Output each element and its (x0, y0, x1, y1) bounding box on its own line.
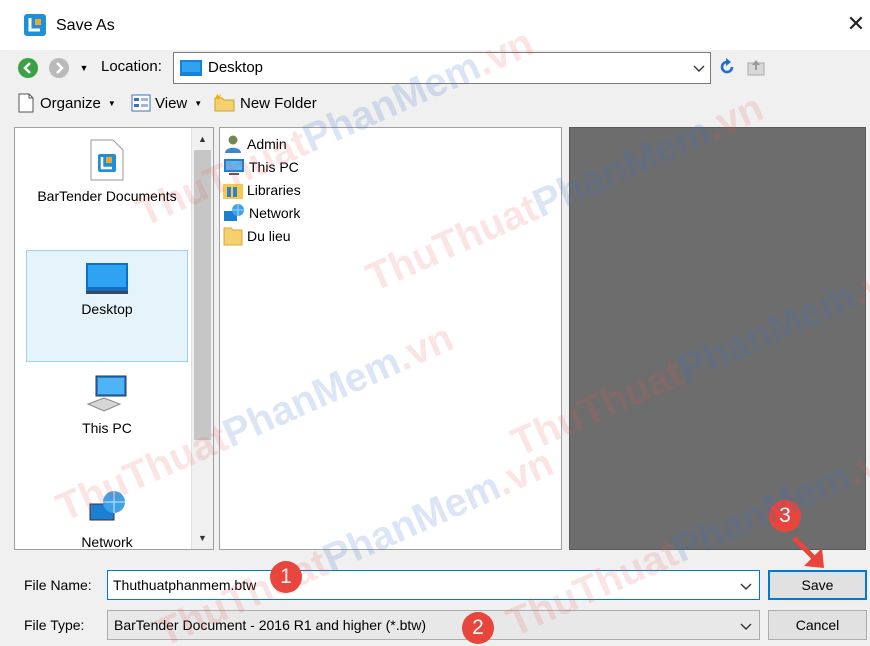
place-label: BarTender Documents (37, 188, 177, 204)
place-label: Network (81, 534, 133, 550)
user-icon (225, 135, 241, 153)
view-label: View (155, 94, 188, 112)
bartender-documents-icon (90, 139, 124, 181)
place-this-pc[interactable]: This PC (26, 374, 188, 482)
preview-pane (569, 127, 866, 550)
libraries-icon (223, 184, 243, 199)
organize-button[interactable]: Organize ▼ (16, 92, 116, 114)
file-name: Libraries (247, 182, 301, 198)
file-name: Admin (247, 136, 287, 152)
refresh-icon[interactable] (718, 58, 736, 76)
chevron-down-icon[interactable] (739, 619, 753, 633)
place-bartender-documents[interactable]: BarTender Documents (26, 138, 188, 246)
arrow-down-right-icon (792, 536, 824, 568)
location-value: Desktop (208, 59, 264, 76)
file-name: Network (249, 205, 301, 221)
network-icon (89, 491, 125, 521)
this-pc-icon (86, 375, 127, 412)
file-item-this-pc[interactable]: This PC (223, 156, 299, 178)
new-folder-button[interactable]: New Folder (214, 92, 317, 114)
desktop-icon (86, 263, 128, 294)
caret-down-icon: ▼ (107, 98, 116, 108)
title-bar: Save As ✕ (0, 0, 870, 50)
network-icon (224, 204, 244, 221)
new-folder-icon (214, 94, 235, 112)
file-name-label: File Name: (24, 577, 92, 593)
file-name: Du lieu (247, 228, 291, 244)
place-label: Desktop (81, 301, 133, 317)
place-label: This PC (82, 420, 132, 436)
view-icon (131, 94, 151, 112)
folder-icon (223, 227, 243, 246)
scroll-down-icon[interactable]: ▼ (192, 529, 213, 547)
window-title: Save As (56, 17, 115, 34)
step-2-badge: 2 (462, 612, 494, 644)
file-item-admin[interactable]: Admin (223, 133, 287, 155)
place-desktop[interactable]: Desktop (26, 250, 188, 362)
file-name-input[interactable]: Thuthuatphanmem.btw (107, 570, 760, 600)
back-icon[interactable] (17, 57, 39, 79)
file-type-value: BarTender Document - 2016 R1 and higher … (114, 617, 427, 633)
file-type-label: File Type: (24, 617, 85, 633)
file-item-du-lieu[interactable]: Du lieu (223, 225, 291, 247)
step-1-badge: 1 (270, 561, 302, 593)
file-list: Admin This PC Libraries Network Du lieu (219, 127, 562, 550)
history-dropdown-icon[interactable]: ▼ (78, 62, 90, 74)
file-item-network[interactable]: Network (223, 202, 300, 224)
file-item-libraries[interactable]: Libraries (223, 179, 301, 201)
desktop-icon (180, 60, 202, 76)
up-folder-icon[interactable] (746, 57, 766, 77)
file-name: This PC (249, 159, 299, 175)
computer-icon (224, 159, 244, 175)
forward-icon[interactable] (48, 57, 70, 79)
scroll-thumb[interactable] (194, 150, 211, 440)
scroll-up-icon[interactable]: ▲ (192, 130, 213, 148)
file-name-value: Thuthuatphanmem.btw (113, 577, 257, 593)
place-network[interactable]: Network (26, 490, 188, 550)
cancel-button[interactable]: Cancel (768, 610, 867, 640)
step-3-badge: 3 (769, 500, 801, 532)
chevron-down-icon[interactable] (739, 579, 753, 593)
location-label: Location: (101, 58, 162, 75)
close-icon[interactable]: ✕ (844, 12, 868, 36)
new-folder-label: New Folder (240, 94, 317, 112)
places-bar: BarTender Documents Desktop This PC Netw… (14, 127, 214, 550)
caret-down-icon: ▼ (194, 98, 203, 108)
organize-label: Organize (40, 94, 101, 112)
bartender-app-icon (24, 14, 46, 36)
places-scrollbar[interactable]: ▲ ▼ (191, 128, 213, 549)
organize-icon (18, 93, 34, 113)
view-button[interactable]: View ▼ (131, 92, 202, 114)
chevron-down-icon[interactable] (692, 61, 706, 75)
file-type-select[interactable]: BarTender Document - 2016 R1 and higher … (107, 610, 760, 640)
location-combobox[interactable]: Desktop (173, 52, 711, 84)
save-button[interactable]: Save (768, 570, 867, 600)
